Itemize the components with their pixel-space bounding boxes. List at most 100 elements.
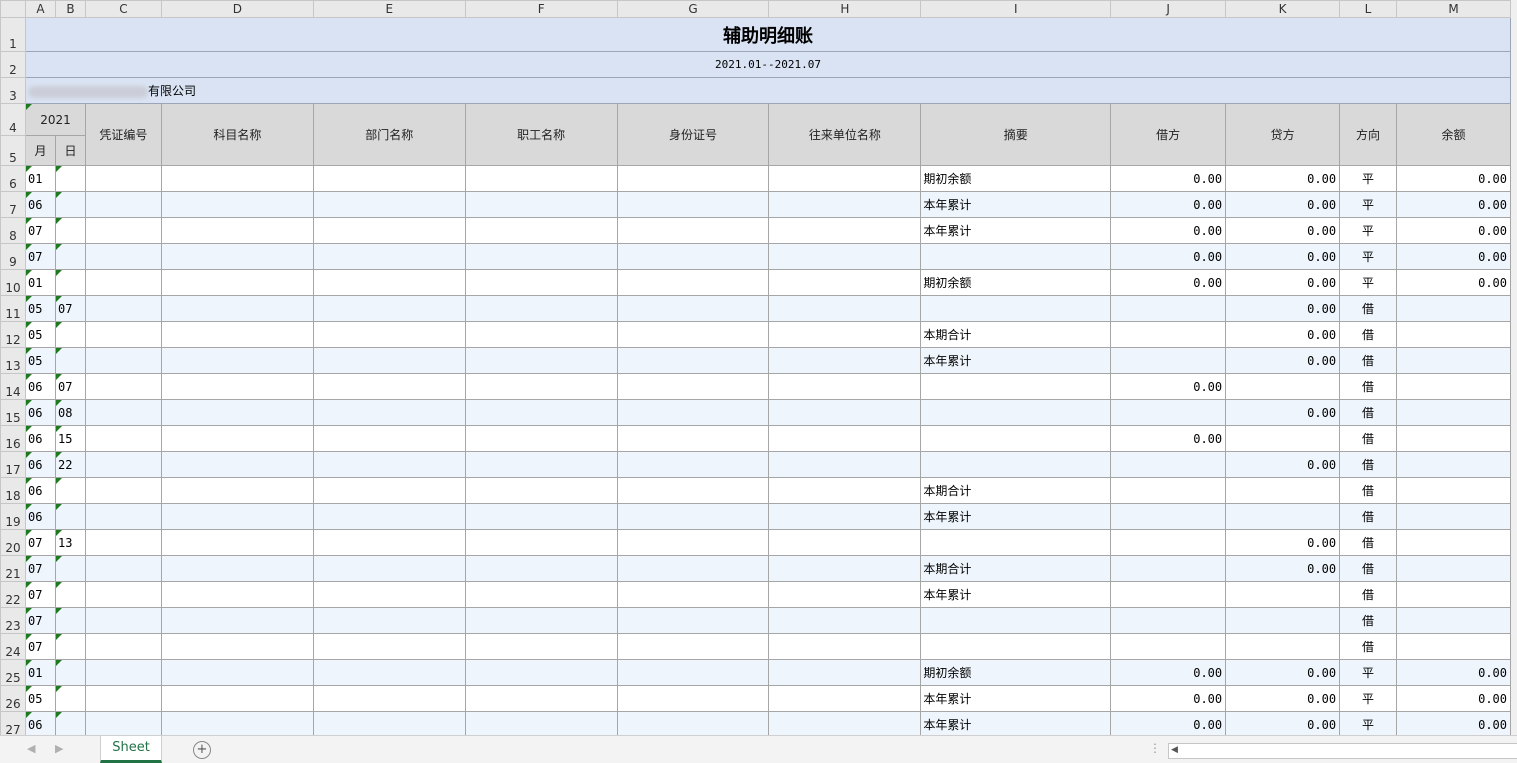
column-header-j[interactable]: J	[1110, 0, 1227, 18]
counterparty-cell[interactable]	[768, 295, 922, 322]
debit-header[interactable]: 借方	[1110, 103, 1227, 166]
voucher-no-cell[interactable]	[84, 347, 162, 374]
month-cell[interactable]: 07	[24, 555, 56, 582]
summary-cell[interactable]: 本年累计	[920, 217, 1112, 244]
dept-name-cell[interactable]	[312, 503, 466, 530]
balance-cell[interactable]	[1396, 373, 1511, 400]
counterparty-cell[interactable]	[768, 451, 922, 478]
row-header[interactable]: 26	[0, 685, 26, 712]
voucher-no-cell[interactable]	[84, 581, 162, 608]
credit-cell[interactable]: 0.00	[1225, 295, 1341, 322]
account-name-cell[interactable]	[160, 269, 314, 296]
debit-cell[interactable]	[1110, 503, 1227, 530]
voucher-no-cell[interactable]	[84, 659, 162, 686]
employee-name-cell[interactable]	[464, 425, 618, 452]
employee-name-cell[interactable]	[464, 165, 618, 192]
dept-name-cell[interactable]	[312, 269, 466, 296]
row-header[interactable]: 6	[0, 165, 26, 192]
column-header-i[interactable]: I	[920, 0, 1112, 18]
row-header-5[interactable]: 5	[0, 135, 26, 166]
id-no-cell[interactable]	[616, 243, 770, 270]
dept-name-cell[interactable]	[312, 685, 466, 712]
employee-name-cell[interactable]	[464, 529, 618, 556]
debit-cell[interactable]: 0.00	[1110, 659, 1227, 686]
account-name-cell[interactable]	[160, 581, 314, 608]
counterparty-cell[interactable]	[768, 217, 922, 244]
horizontal-scrollbar[interactable]: ◀	[1168, 743, 1517, 759]
account-name-cell[interactable]	[160, 399, 314, 426]
voucher-no-cell[interactable]	[84, 269, 162, 296]
date-range[interactable]: 2021.01--2021.07	[24, 51, 1511, 78]
month-cell[interactable]: 07	[24, 243, 56, 270]
vertical-scrollbar[interactable]	[1511, 0, 1517, 735]
column-header-c[interactable]: C	[84, 0, 162, 18]
row-header[interactable]: 20	[0, 529, 26, 556]
id-no-cell[interactable]	[616, 451, 770, 478]
voucher-no-cell[interactable]	[84, 451, 162, 478]
direction-cell[interactable]: 借	[1339, 633, 1397, 660]
counterparty-cell[interactable]	[768, 659, 922, 686]
day-cell[interactable]: 22	[54, 451, 86, 478]
employee-name-cell[interactable]	[464, 321, 618, 348]
account-name-cell[interactable]	[160, 633, 314, 660]
debit-cell[interactable]	[1110, 321, 1227, 348]
dept-name-cell[interactable]	[312, 659, 466, 686]
column-header-d[interactable]: D	[160, 0, 314, 18]
summary-cell[interactable]: 本年累计	[920, 581, 1112, 608]
credit-cell[interactable]	[1225, 633, 1341, 660]
dept-name-cell[interactable]	[312, 711, 466, 735]
credit-cell[interactable]: 0.00	[1225, 321, 1341, 348]
account-name-header[interactable]: 科目名称	[160, 103, 314, 166]
column-header-h[interactable]: H	[768, 0, 922, 18]
month-cell[interactable]: 06	[24, 711, 56, 735]
day-cell[interactable]	[54, 555, 86, 582]
debit-cell[interactable]	[1110, 451, 1227, 478]
debit-cell[interactable]	[1110, 347, 1227, 374]
day-cell[interactable]: 07	[54, 295, 86, 322]
voucher-no-cell[interactable]	[84, 373, 162, 400]
id-no-cell[interactable]	[616, 269, 770, 296]
year-header[interactable]: 2021	[24, 103, 86, 136]
balance-cell[interactable]	[1396, 321, 1511, 348]
balance-cell[interactable]: 0.00	[1396, 165, 1511, 192]
month-cell[interactable]: 05	[24, 347, 56, 374]
debit-cell[interactable]: 0.00	[1110, 373, 1227, 400]
month-cell[interactable]: 01	[24, 269, 56, 296]
credit-cell[interactable]: 0.00	[1225, 243, 1341, 270]
day-cell[interactable]	[54, 659, 86, 686]
row-header[interactable]: 16	[0, 425, 26, 452]
month-cell[interactable]: 05	[24, 295, 56, 322]
dept-name-cell[interactable]	[312, 425, 466, 452]
id-no-cell[interactable]	[616, 217, 770, 244]
month-cell[interactable]: 07	[24, 529, 56, 556]
balance-cell[interactable]	[1396, 555, 1511, 582]
day-cell[interactable]	[54, 711, 86, 735]
voucher-no-cell[interactable]	[84, 191, 162, 218]
summary-cell[interactable]	[920, 373, 1112, 400]
company-name-cell[interactable]: 有限公司	[24, 77, 1511, 104]
direction-cell[interactable]: 平	[1339, 165, 1397, 192]
add-sheet-icon[interactable]: +	[193, 741, 211, 759]
credit-cell[interactable]: 0.00	[1225, 685, 1341, 712]
day-cell[interactable]	[54, 633, 86, 660]
summary-header[interactable]: 摘要	[920, 103, 1112, 166]
summary-cell[interactable]: 本年累计	[920, 503, 1112, 530]
day-cell[interactable]	[54, 347, 86, 374]
employee-name-cell[interactable]	[464, 581, 618, 608]
counterparty-cell[interactable]	[768, 477, 922, 504]
summary-cell[interactable]: 本年累计	[920, 711, 1112, 735]
counterparty-cell[interactable]	[768, 243, 922, 270]
debit-cell[interactable]: 0.00	[1110, 685, 1227, 712]
voucher-no-cell[interactable]	[84, 477, 162, 504]
summary-cell[interactable]: 期初余额	[920, 269, 1112, 296]
direction-cell[interactable]: 借	[1339, 581, 1397, 608]
column-header-a[interactable]: A	[24, 0, 56, 18]
id-no-cell[interactable]	[616, 295, 770, 322]
id-no-header[interactable]: 身份证号	[616, 103, 770, 166]
dept-name-cell[interactable]	[312, 295, 466, 322]
day-cell[interactable]	[54, 321, 86, 348]
account-name-cell[interactable]	[160, 295, 314, 322]
day-cell[interactable]	[54, 191, 86, 218]
account-name-cell[interactable]	[160, 217, 314, 244]
direction-cell[interactable]: 平	[1339, 269, 1397, 296]
